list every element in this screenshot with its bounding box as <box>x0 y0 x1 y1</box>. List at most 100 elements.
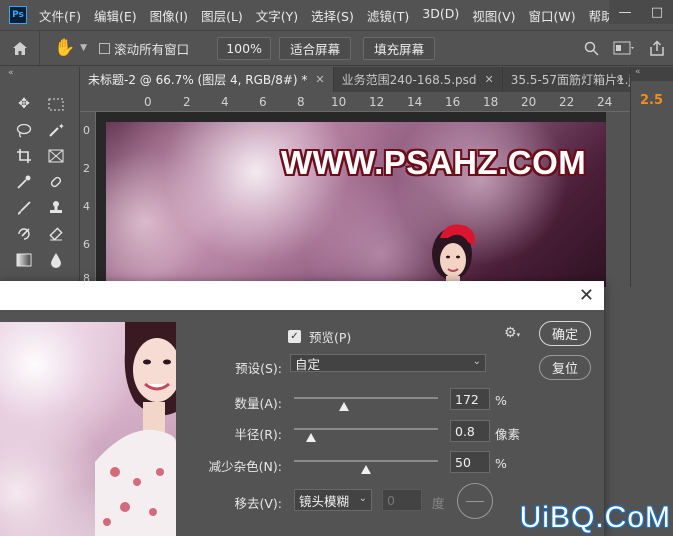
menu-3d[interactable]: 3D(D) <box>422 6 459 25</box>
angle-unit: 度 <box>432 496 445 511</box>
canvas-watermark-text: WWW.PSAHZ.COM <box>281 144 587 181</box>
tab-document-lightbox[interactable]: 35.5-57面筋灯箱片1.j <box>503 67 630 92</box>
close-icon[interactable]: ✕ <box>579 285 594 306</box>
menu-view[interactable]: 视图(V) <box>472 6 515 25</box>
menu-image[interactable]: 图像(I) <box>150 6 188 25</box>
document-tab-bar: 未标题-2 @ 66.7% (图层 4, RGB/8#) * ✕ 业务范围240… <box>80 67 630 92</box>
tab-label: 35.5-57面筋灯箱片1.j <box>510 73 630 87</box>
ruler-tick-label: 16 <box>445 95 461 109</box>
tab-document-business-scope[interactable]: 业务范围240-168.5.psd ✕ <box>334 67 503 92</box>
ruler-tick-label: 2 <box>183 95 191 109</box>
menu-select[interactable]: 选择(S) <box>311 6 354 25</box>
ruler-tick-label: 4 <box>83 200 90 213</box>
amount-slider-track[interactable] <box>294 397 438 399</box>
document-canvas[interactable]: WWW.PSAHZ.COM <box>96 112 606 287</box>
panel-value: 2.5 <box>640 93 664 108</box>
blur-tool-icon[interactable] <box>42 249 70 271</box>
share-icon[interactable] <box>649 40 665 56</box>
eyedropper-icon[interactable] <box>10 171 38 193</box>
menu-file[interactable]: 文件(F) <box>39 6 81 25</box>
noise-input[interactable]: 50 <box>450 451 490 473</box>
noise-slider-track[interactable] <box>294 460 438 462</box>
menu-layer[interactable]: 图层(L) <box>201 6 243 25</box>
ruler-tick-label: 18 <box>483 95 499 109</box>
home-icon[interactable] <box>0 31 40 65</box>
healing-brush-icon[interactable] <box>42 171 70 193</box>
brush-tool-icon[interactable] <box>10 197 38 219</box>
radius-slider-knob[interactable] <box>306 433 317 442</box>
svg-text:✦: ✦ <box>58 122 64 131</box>
move-tool-icon[interactable]: ✥ <box>10 93 38 115</box>
menu-edit[interactable]: 编辑(E) <box>94 6 137 25</box>
zoom-100-button[interactable]: 100% <box>217 36 272 60</box>
dialog-preview-image[interactable] <box>0 322 176 536</box>
remove-value: 镜头模糊 <box>299 493 350 509</box>
amount-label: 数量(A): <box>234 396 282 411</box>
ruler-tick-label: 2 <box>83 162 90 175</box>
frame-tool-icon[interactable] <box>42 145 70 167</box>
remove-select[interactable]: 镜头模糊 ⌄ <box>294 489 372 511</box>
gradient-tool-icon[interactable] <box>10 249 38 271</box>
remove-label: 移去(V): <box>234 496 282 511</box>
ok-button[interactable]: 确定 <box>539 321 591 346</box>
marquee-tool-icon[interactable] <box>42 93 70 115</box>
ruler-tick-label: 4 <box>221 95 229 109</box>
angle-input[interactable]: 0 <box>382 489 422 511</box>
collapse-icon[interactable]: « <box>8 68 14 78</box>
menu-type[interactable]: 文字(Y) <box>256 6 298 25</box>
workspace-icon[interactable] <box>613 41 635 55</box>
preset-select[interactable]: 自定 ⌄ <box>290 354 486 372</box>
fill-screen-button[interactable]: 填充屏幕 <box>363 36 436 60</box>
magic-wand-icon[interactable]: ✦ <box>42 119 70 141</box>
chevron-down-icon: ⌄ <box>472 356 481 367</box>
radius-unit: 像素 <box>495 427 521 442</box>
preview-label: 预览(P) <box>309 330 352 345</box>
radius-input[interactable]: 0.8 <box>450 420 490 442</box>
noise-slider-knob[interactable] <box>361 465 371 474</box>
ruler-tick-label: 12 <box>369 95 385 109</box>
crop-tool-icon[interactable] <box>10 145 38 167</box>
radius-slider-track[interactable] <box>294 428 438 430</box>
panel-collapse-icon[interactable]: « <box>631 67 673 81</box>
right-panel: « 2.5 <box>630 67 673 287</box>
menu-filter[interactable]: 滤镜(T) <box>367 6 409 25</box>
amount-slider-knob[interactable] <box>339 402 350 411</box>
photoshop-logo: Ps <box>9 6 27 24</box>
tab-document-untitled-2[interactable]: 未标题-2 @ 66.7% (图层 4, RGB/8#) * ✕ <box>80 67 334 92</box>
scroll-all-checkbox[interactable] <box>99 42 111 54</box>
menu-items: 文件(F) 编辑(E) 图像(I) 图层(L) 文字(Y) 选择(S) 滤镜(T… <box>39 6 632 25</box>
angle-dial[interactable] <box>457 483 493 519</box>
preset-label: 预设(S): <box>235 361 282 376</box>
more-tabs-icon[interactable]: » <box>616 72 624 87</box>
eraser-tool-icon[interactable] <box>42 223 70 245</box>
preview-checkbox[interactable]: ✓ <box>288 330 301 343</box>
stamp-tool-icon[interactable] <box>42 197 70 219</box>
reduce-noise-label: 减少杂色(N): <box>208 459 282 474</box>
window-controls: — □ <box>609 0 673 24</box>
lasso-tool-icon[interactable] <box>10 119 38 141</box>
ruler-tick-label: 0 <box>83 124 90 137</box>
fit-screen-button[interactable]: 适合屏幕 <box>279 36 352 60</box>
gear-icon[interactable]: ⚙▾ <box>504 325 520 341</box>
ruler-tick-label: 6 <box>83 238 90 251</box>
tools-panel: « ✥ ✦ <box>0 67 80 287</box>
close-icon[interactable]: ✕ <box>315 73 324 86</box>
portrait-image <box>432 224 475 287</box>
maximize-button[interactable]: □ <box>641 0 673 24</box>
menu-window[interactable]: 窗口(W) <box>529 6 576 25</box>
amount-input[interactable]: 172 <box>450 388 490 410</box>
chevron-down-icon[interactable]: ▼ <box>80 43 87 53</box>
close-icon[interactable]: ✕ <box>485 73 494 86</box>
reset-button[interactable]: 复位 <box>539 355 591 380</box>
minimize-button[interactable]: — <box>609 0 641 24</box>
tab-label: 业务范围240-168.5.psd <box>341 73 477 87</box>
history-brush-icon[interactable] <box>10 223 38 245</box>
angle-dial-line <box>466 501 484 502</box>
vertical-ruler: 0 2 4 6 8 <box>80 112 96 288</box>
ruler-tick-label: 14 <box>407 95 423 109</box>
canvas-image: WWW.PSAHZ.COM <box>106 122 606 287</box>
search-icon[interactable] <box>584 41 599 56</box>
hand-tool-icon[interactable]: ✋ <box>54 38 75 58</box>
ruler-tick-label: 8 <box>297 95 305 109</box>
horizontal-ruler: 0 2 4 6 8 10 12 14 16 18 20 22 24 <box>80 92 630 112</box>
